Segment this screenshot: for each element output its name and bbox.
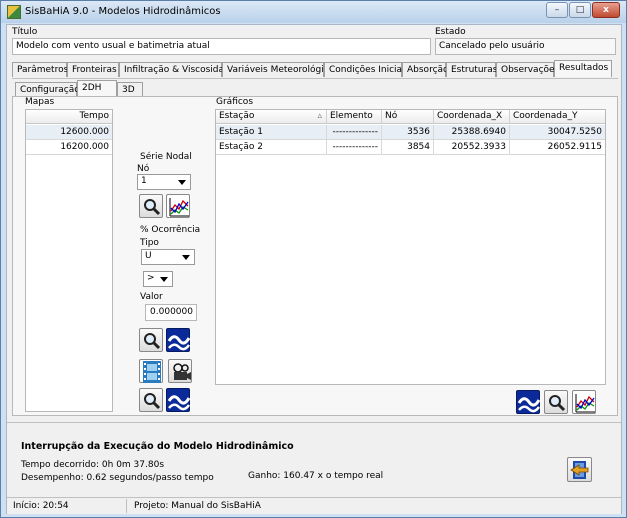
mapas-list[interactable]: Tempo 12600.000 16200.000	[25, 109, 113, 412]
magnifier-icon	[144, 199, 161, 216]
no-label: Nó	[137, 164, 150, 174]
animation-button[interactable]	[139, 359, 163, 383]
tab-parametros[interactable]: Parâmetros	[12, 62, 68, 77]
animation-map-button[interactable]	[166, 388, 191, 412]
exit-door-icon	[570, 461, 589, 479]
subtab-3d[interactable]: 3D	[117, 82, 143, 97]
sort-asc-icon: ▵	[317, 111, 322, 121]
chevron-down-icon	[160, 277, 168, 282]
magnifier-icon	[144, 333, 161, 350]
animation-zoom-button[interactable]	[139, 388, 163, 412]
operator-select[interactable]: >	[143, 271, 173, 287]
valor-label: Valor	[140, 292, 163, 302]
tipo-label: Tipo	[140, 238, 159, 248]
column-header-coordenada-x[interactable]: Coordenada_X	[434, 110, 510, 124]
estado-field: Cancelado pelo usuário	[435, 38, 616, 55]
tab-estruturas[interactable]: Estruturas	[446, 62, 497, 77]
client-area: Título Modelo com vento usual e batimetr…	[6, 24, 622, 514]
serie-nodal-chart-button[interactable]	[166, 194, 190, 218]
graficos-table[interactable]: Estação ▵ Elemento Nó Coordenada_X Coorde…	[215, 109, 606, 385]
graficos-chart-button[interactable]	[572, 390, 596, 414]
tab-separator	[12, 78, 618, 79]
tab-absorcao[interactable]: Absorção	[402, 62, 449, 77]
table-row[interactable]: Estação 2 -------------- 3854 20552.3933…	[216, 140, 605, 155]
tempo-decorrido: Tempo decorrido: 0h 0m 37.80s	[21, 460, 165, 470]
ocorrencia-map-button[interactable]	[166, 328, 191, 352]
mapas-label: Mapas	[25, 97, 55, 107]
serie-nodal-label: Série Nodal	[140, 152, 192, 162]
chevron-down-icon	[182, 255, 190, 260]
subtab-configuracao[interactable]: Configuração	[15, 82, 80, 97]
titulo-label: Título	[12, 27, 38, 37]
title-bar[interactable]: SisBaHiA 9.0 - Modelos Hidrodinâmicos – …	[1, 1, 626, 23]
results-2dh-panel: Mapas Tempo 12600.000 16200.000 Série No…	[12, 96, 618, 416]
exit-button[interactable]	[567, 457, 592, 482]
tab-variaveis-meteorologicas[interactable]: Variáveis Meteorológicas	[222, 62, 339, 77]
chevron-down-icon	[178, 180, 186, 185]
estado-label: Estado	[435, 27, 466, 37]
wave-map-icon	[167, 335, 191, 351]
mapas-row[interactable]: 12600.000	[26, 125, 112, 140]
column-header-no[interactable]: Nó	[382, 110, 434, 124]
line-chart-icon	[575, 394, 595, 413]
ocorrencia-label: % Ocorrência	[140, 225, 201, 235]
app-logo-icon	[7, 5, 21, 19]
wave-map-icon	[517, 397, 541, 413]
column-header-coordenada-y[interactable]: Coordenada_Y	[510, 110, 605, 124]
projeto-status: Projeto: Manual do SisBaHiA	[134, 501, 261, 511]
tab-infiltracao[interactable]: Infiltração & Viscosidade	[119, 62, 235, 77]
main-tabs: Parâmetros Fronteiras Infiltração & Visc…	[12, 60, 618, 78]
status-heading: Interrupção da Execução do Modelo Hidrod…	[21, 441, 294, 452]
minimize-button[interactable]: –	[546, 2, 568, 18]
sub-tabs: Configuração 2DH 3D	[15, 80, 175, 97]
maximize-button[interactable]: □	[569, 2, 591, 18]
magnifier-icon	[144, 393, 161, 410]
inicio-status: Início: 20:54	[13, 501, 69, 511]
subtab-2dh[interactable]: 2DH	[77, 80, 117, 97]
graficos-map-button[interactable]	[516, 390, 541, 414]
graficos-zoom-button[interactable]	[544, 390, 568, 414]
column-header-estacao[interactable]: Estação ▵	[216, 110, 327, 124]
graficos-label: Gráficos	[216, 97, 254, 107]
status-separator	[7, 422, 621, 423]
main-window: SisBaHiA 9.0 - Modelos Hidrodinâmicos – …	[0, 0, 627, 518]
ganho: Ganho: 160.47 x o tempo real	[248, 471, 384, 481]
tipo-select[interactable]: U	[141, 249, 195, 265]
tempo-column-header[interactable]: Tempo	[26, 110, 112, 124]
wave-map-icon	[167, 395, 191, 411]
titulo-field[interactable]: Modelo com vento usual e batimetria atua…	[12, 38, 431, 55]
column-header-elemento[interactable]: Elemento	[327, 110, 382, 124]
tab-fronteiras[interactable]: Fronteiras	[67, 62, 119, 77]
tab-resultados[interactable]: Resultados	[554, 60, 612, 77]
close-button[interactable]: x	[592, 2, 620, 18]
mapas-row[interactable]: 16200.000	[26, 140, 112, 155]
status-divider	[126, 499, 127, 513]
tab-condicoes-iniciais[interactable]: Condições Iniciais	[324, 62, 409, 77]
serie-nodal-zoom-button[interactable]	[139, 194, 163, 218]
valor-input[interactable]: 0.000000	[145, 304, 197, 321]
movie-camera-icon	[173, 363, 191, 380]
status-bar: Início: 20:54 Projeto: Manual do SisBaHi…	[7, 498, 621, 514]
line-chart-icon	[169, 198, 189, 217]
film-camera-button[interactable]	[168, 359, 192, 383]
magnifier-icon	[549, 395, 566, 412]
tab-observacoes[interactable]: Observações	[496, 62, 559, 77]
table-row[interactable]: Estação 1 -------------- 3536 25388.6940…	[216, 125, 605, 140]
window-title: SisBaHiA 9.0 - Modelos Hidrodinâmicos	[25, 6, 221, 17]
desempenho: Desempenho: 0.62 segundos/passo tempo	[21, 473, 214, 483]
film-strip-icon	[143, 361, 161, 383]
no-select[interactable]: 1	[137, 174, 191, 190]
ocorrencia-zoom-button[interactable]	[139, 328, 163, 352]
